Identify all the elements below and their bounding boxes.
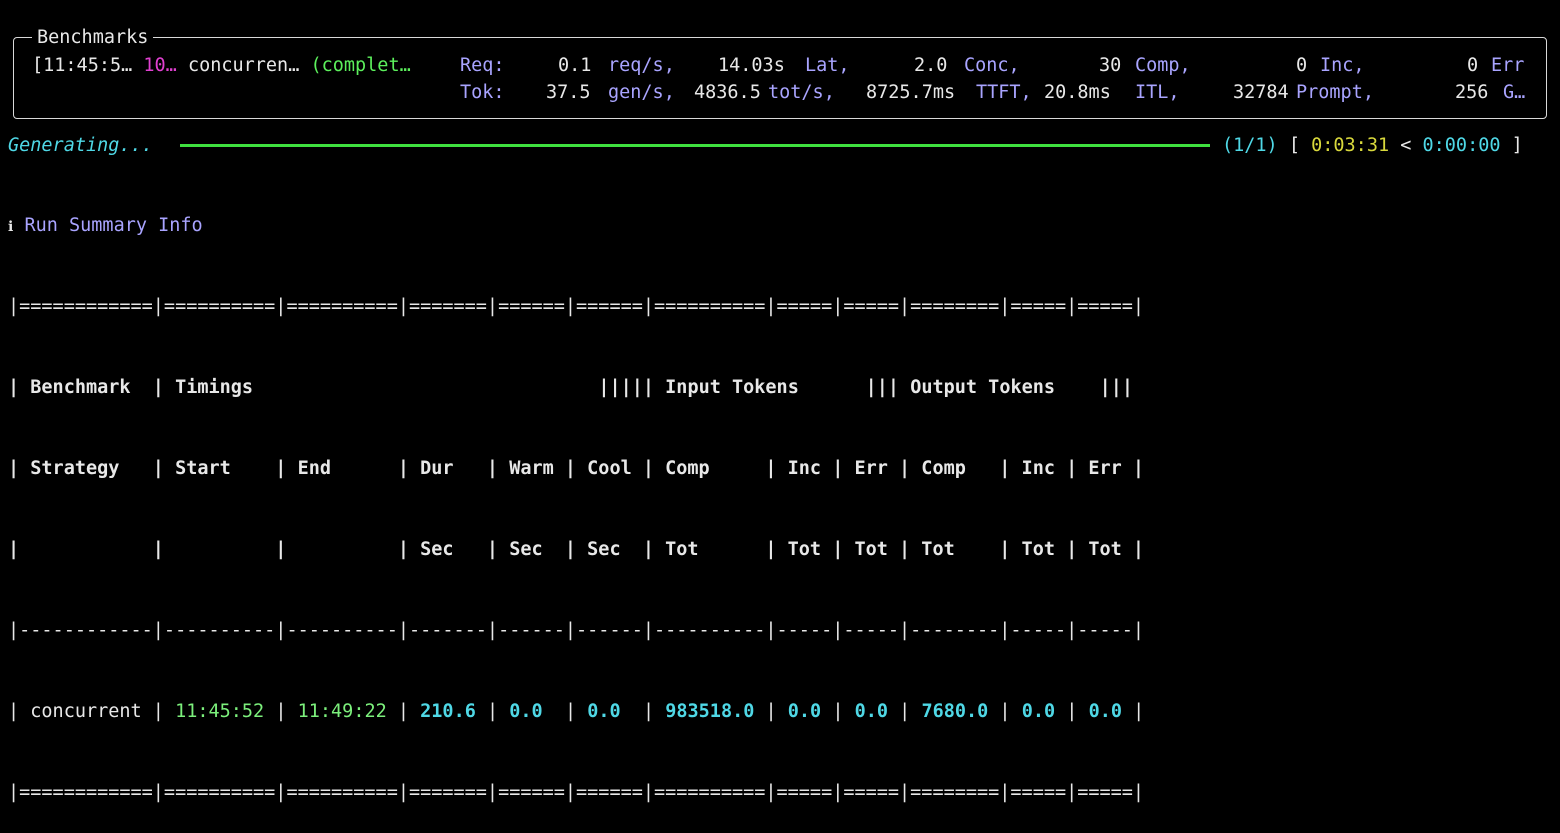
req-rate-unit: req/s, [608,55,675,76]
itl-value: 20.8ms [1044,82,1111,103]
header-pipe: | [8,377,31,398]
cell-warmup: 0.0 [509,701,543,722]
elapsed-time: 0:03:31 [1311,135,1390,156]
req-rate-value: 0.1 [558,55,592,76]
header-timings: Timings [175,377,254,398]
cell-input-inc: 0.0 [787,701,822,722]
benchmark-rate: 10… [143,55,177,76]
header-pipe: ||| [798,377,911,398]
errors-unit: Err [1491,55,1525,76]
summary-table: |============|==========|==========|====… [8,239,1144,833]
latency-value: 14.03s [718,55,785,76]
incomplete-unit: Inc, [1320,55,1365,76]
progress-status: (1/1) [ 0:03:31 < 0:00:00 ] [1222,132,1523,159]
gen-tokens-value: 256 [1455,82,1489,103]
table-header-row-3: | | | | Sec | Sec | Sec | Tot | Tot | To… [8,539,1145,560]
errors-value: 0 [1467,55,1479,76]
cell-duration: 210.6 [420,701,476,722]
ttft-value: 8725.7ms [866,82,956,103]
cell-output-inc: 0.0 [1021,701,1056,722]
cell-input-comp: 983518.0 [665,701,755,722]
concurrency-unit: Conc, [964,55,1020,76]
benchmark-timestamp: [11:45:5… [32,55,133,76]
benchmark-strategy: concurren… [187,55,300,76]
header-output-tokens: Output Tokens [910,377,1056,398]
tok-label: Tok: [460,82,505,103]
latency-unit: Lat, [805,55,850,76]
prompt-value: 32784 [1233,82,1289,103]
remaining-time: 0:00:00 [1422,135,1501,156]
gen-tokens-unit: G… [1503,82,1526,103]
table-border-top: |============|==========|==========|====… [8,296,1145,317]
completed-unit: Comp, [1135,55,1191,76]
table-divider: |------------|----------|----------|----… [8,620,1145,641]
cell-end: 11:49:22 [297,701,387,722]
header-pipe: ||| [1055,377,1133,398]
progress-bar [180,144,1210,147]
total-rate-unit: tot/s, [768,82,835,103]
incomplete-value: 0 [1296,55,1308,76]
cell-output-comp: 7680.0 [921,701,989,722]
panel-title: Benchmarks [32,24,154,51]
panel-row-requests: [11:45:5… 10… concurren… (complet… [32,52,411,79]
bracket-open: [ [1288,135,1300,156]
cell-output-err: 0.0 [1088,701,1122,722]
cell-input-err: 0.0 [854,701,889,722]
progress-count: (1/1) [1222,135,1278,156]
header-benchmark: Benchmark [30,377,131,398]
ttft-unit: TTFT, [976,82,1032,103]
info-icon: ℹ [8,219,14,235]
header-pipe: ||||| [253,377,666,398]
lt-sign: < [1400,135,1412,156]
summary-title: Run Summary Info [24,215,203,236]
gen-rate-value: 37.5 [546,82,591,103]
total-rate-value: 4836.5 [694,82,761,103]
req-label: Req: [460,55,505,76]
itl-unit: ITL, [1135,82,1180,103]
table-header-row-2: | Strategy | Start | End | Dur | Warm | … [8,458,1145,479]
benchmark-status: (complet… [310,55,411,76]
table-border-bottom: |============|==========|==========|====… [8,782,1145,803]
cell-start: 11:45:52 [175,701,265,722]
header-input-tokens: Input Tokens [665,377,799,398]
progress-label: Generating... [8,135,153,156]
concurrency-value: 2.0 [914,55,948,76]
completed-value: 30 [1099,55,1122,76]
bracket-close: ] [1511,135,1523,156]
header-pipe: | [130,377,176,398]
gen-rate-unit: gen/s, [608,82,675,103]
table-row: | concurrent | 11:45:52 | 11:49:22 | 210… [8,701,1145,722]
cell-cooldown: 0.0 [587,701,621,722]
cell-strategy: concurrent [30,701,142,722]
prompt-unit: Prompt, [1296,82,1374,103]
table-header-row-1: | Benchmark | Timings ||||| Input Tokens… [8,374,1144,401]
summary-heading: ℹ Run Summary Info [8,212,203,241]
